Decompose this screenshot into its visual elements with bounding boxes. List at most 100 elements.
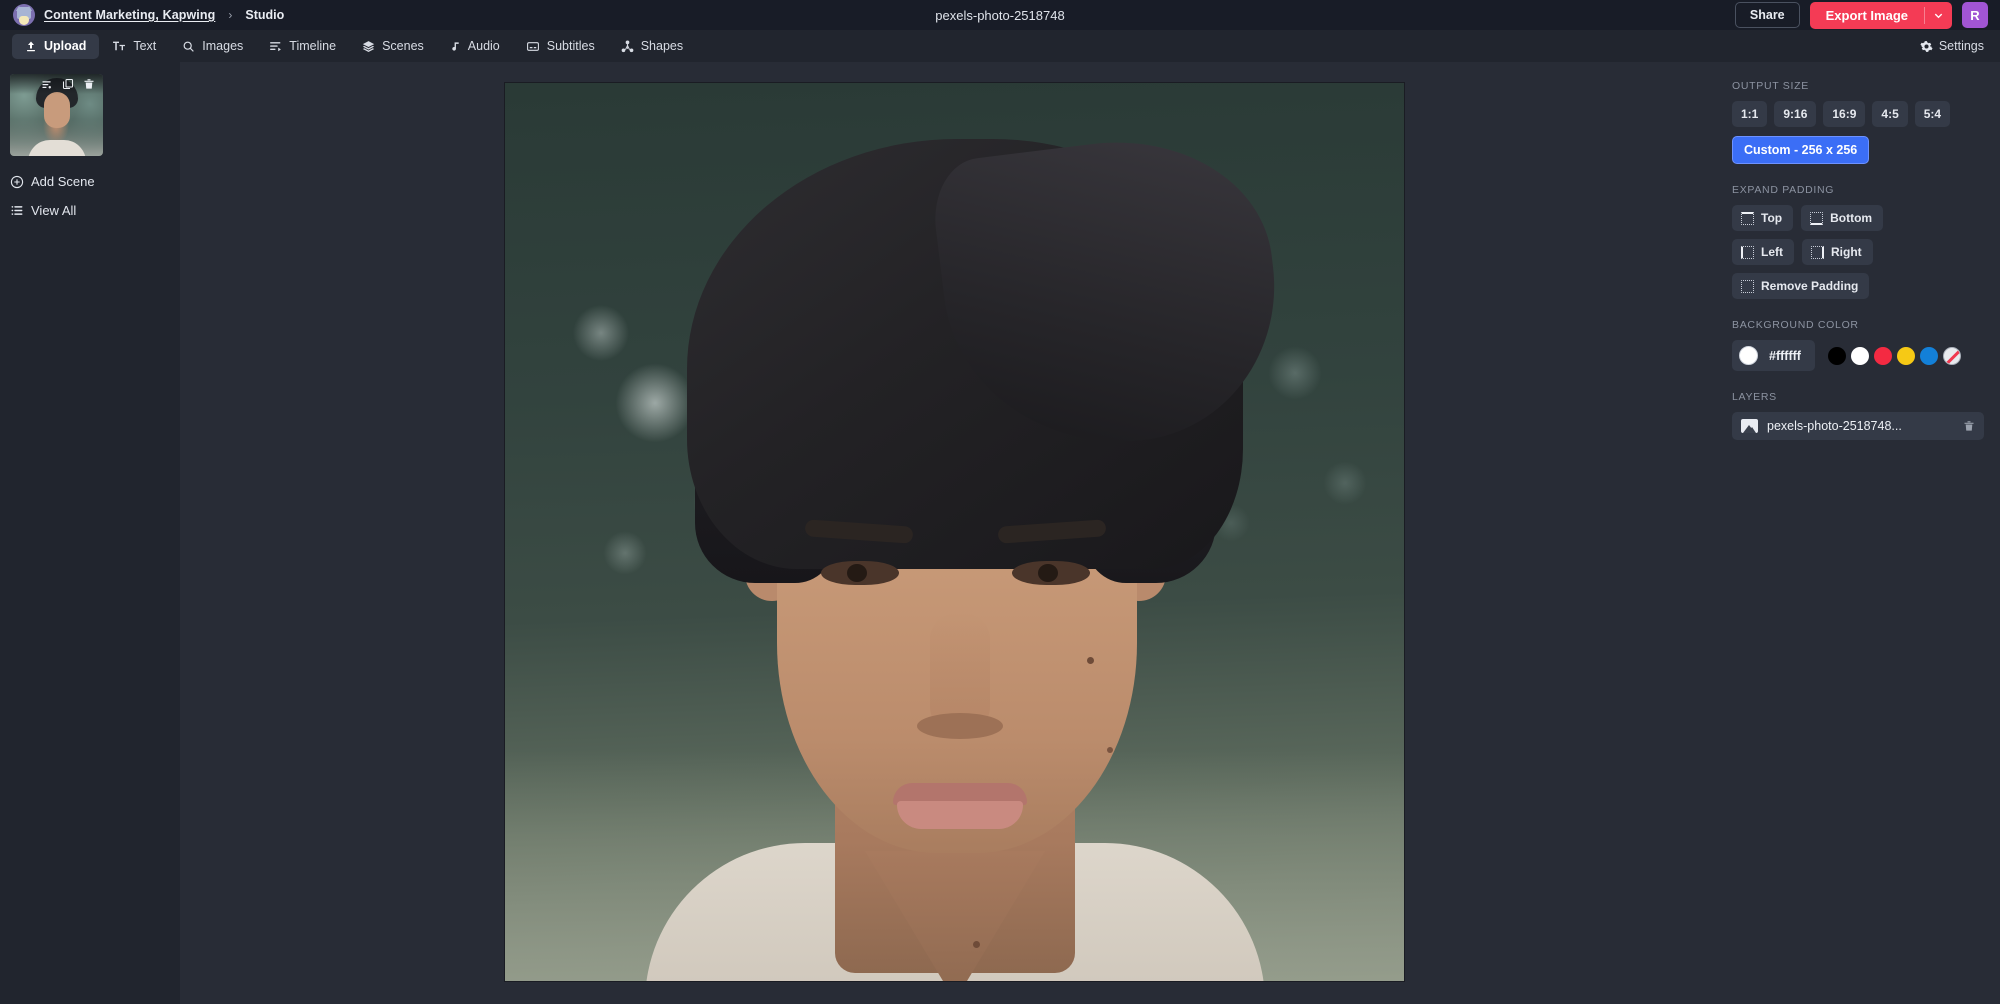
view-all-label: View All: [31, 203, 77, 218]
padding-row-top-bottom: Top Bottom: [1732, 205, 1984, 231]
tab-images-label: Images: [202, 39, 244, 53]
subtitles-icon: [526, 40, 540, 53]
share-button[interactable]: Share: [1734, 2, 1800, 28]
gear-icon: [1920, 40, 1933, 53]
swatch-transparent[interactable]: [1942, 346, 1961, 365]
ratio-4-5[interactable]: 4:5: [1872, 101, 1908, 127]
chevron-down-icon[interactable]: [1924, 1, 1952, 29]
tab-text-label: Text: [133, 39, 157, 53]
photo-mole: [973, 941, 980, 948]
pad-right-button[interactable]: Right: [1802, 239, 1873, 265]
swatch-red[interactable]: [1873, 346, 1892, 365]
tab-timeline[interactable]: Timeline: [256, 34, 349, 59]
ratio-16-9[interactable]: 16:9: [1823, 101, 1866, 127]
properties-panel: Output Size 1:1 9:16 16:9 4:5 5:4 Custom…: [1718, 62, 2000, 1004]
pad-bottom-icon: [1810, 211, 1824, 225]
background-color-hex: #ffffff: [1769, 348, 1801, 363]
layers-icon: [362, 40, 375, 53]
tool-nav-bar: Upload Text Images Timeline Scenes Audio: [0, 30, 2000, 62]
view-all-button[interactable]: View All: [10, 203, 180, 218]
tab-audio-label: Audio: [467, 39, 500, 53]
pad-remove-icon: [1741, 279, 1754, 293]
tab-audio[interactable]: Audio: [437, 34, 513, 59]
photo-mole: [1107, 747, 1113, 753]
tab-images[interactable]: Images: [169, 34, 256, 59]
padding-row-remove: Remove Padding: [1732, 273, 1984, 299]
tab-shapes-label: Shapes: [640, 39, 684, 53]
layer-name: pexels-photo-2518748...: [1767, 419, 1902, 433]
plus-circle-icon: [10, 175, 24, 189]
aspect-ratio-row: 1:1 9:16 16:9 4:5 5:4: [1732, 101, 1984, 127]
timeline-icon: [269, 40, 282, 53]
image-layer-icon: [1741, 419, 1758, 433]
top-bar: Content Marketing, Kapwing › Studio pexe…: [0, 0, 2000, 30]
photo-nostrils: [917, 713, 1003, 739]
avatar[interactable]: R: [1962, 2, 1988, 28]
tab-upload[interactable]: Upload: [12, 33, 100, 59]
list-icon: [10, 204, 24, 217]
pad-top-icon: [1741, 211, 1754, 225]
pad-left-icon: [1741, 245, 1754, 259]
photo-mole: [1087, 657, 1094, 664]
background-color-picker[interactable]: #ffffff: [1732, 340, 1815, 371]
swatch-white[interactable]: [1850, 346, 1869, 365]
pad-bottom-button[interactable]: Bottom: [1801, 205, 1884, 231]
background-color-label: Background Color: [1732, 319, 1859, 331]
trash-icon[interactable]: [83, 78, 95, 90]
music-note-icon: [450, 40, 461, 53]
settings-label: Settings: [1938, 39, 1984, 53]
color-swatch-list: [1827, 346, 1961, 365]
add-scene-label: Add Scene: [31, 174, 95, 189]
pad-right-icon: [1811, 245, 1824, 259]
background-color-row: #ffffff: [1732, 340, 1984, 371]
breadcrumb-separator: ›: [228, 8, 233, 22]
top-bar-actions: Share Export Image R: [1734, 1, 2000, 29]
search-icon: [182, 40, 195, 53]
breadcrumb-current: Studio: [245, 8, 285, 22]
ratio-5-4[interactable]: 5:4: [1914, 101, 1951, 127]
expand-padding-label: Expand Padding: [1732, 184, 1835, 196]
tab-timeline-label: Timeline: [289, 39, 337, 53]
scene-thumbnail-toolbar: [10, 74, 103, 94]
settings-button[interactable]: Settings: [1920, 39, 2000, 53]
tab-subtitles[interactable]: Subtitles: [513, 34, 608, 59]
pad-top-button[interactable]: Top: [1732, 205, 1794, 231]
tab-scenes[interactable]: Scenes: [349, 34, 437, 59]
export-image-button[interactable]: Export Image: [1809, 1, 1924, 29]
breadcrumb-project-link[interactable]: Content Marketing, Kapwing: [44, 8, 215, 22]
reorder-icon[interactable]: [41, 79, 53, 90]
add-scene-button[interactable]: Add Scene: [10, 174, 180, 189]
scene-thumbnail[interactable]: [10, 74, 103, 156]
tab-upload-label: Upload: [44, 39, 87, 53]
duplicate-icon[interactable]: [62, 78, 74, 90]
tab-scenes-label: Scenes: [382, 39, 424, 53]
export-button-group: Export Image: [1809, 1, 1952, 29]
document-title: pexels-photo-2518748: [935, 7, 1065, 23]
shapes-icon: [621, 40, 634, 53]
ratio-1-1[interactable]: 1:1: [1732, 101, 1768, 127]
trash-icon[interactable]: [1963, 420, 1975, 432]
swatch-black[interactable]: [1827, 346, 1846, 365]
canvas-workspace[interactable]: [180, 62, 1718, 1004]
pad-left-button[interactable]: Left: [1732, 239, 1794, 265]
ratio-9-16[interactable]: 9:16: [1774, 101, 1817, 127]
breadcrumb: Content Marketing, Kapwing › Studio: [0, 4, 284, 26]
tab-text[interactable]: Text: [99, 34, 169, 59]
upload-icon: [25, 40, 37, 53]
canvas-image-pexels-photo-2518748[interactable]: [505, 83, 1404, 981]
remove-padding-button[interactable]: Remove Padding: [1732, 273, 1870, 299]
custom-size-button[interactable]: Custom - 256 x 256: [1732, 136, 1870, 164]
current-color-swatch: [1739, 346, 1758, 365]
photo-lower-lip: [897, 801, 1023, 829]
text-icon: [112, 40, 126, 53]
swatch-blue[interactable]: [1919, 346, 1938, 365]
scenes-sidebar: Add Scene View All: [0, 62, 180, 1004]
pad-top-label: Top: [1761, 211, 1783, 225]
tab-shapes[interactable]: Shapes: [608, 34, 696, 59]
pad-right-label: Right: [1831, 245, 1862, 259]
layer-list-item[interactable]: pexels-photo-2518748...: [1732, 412, 1984, 440]
pad-left-label: Left: [1761, 245, 1783, 259]
swatch-yellow[interactable]: [1896, 346, 1915, 365]
photo-eye-right: [1012, 561, 1090, 585]
photo-eye-left: [821, 561, 899, 585]
